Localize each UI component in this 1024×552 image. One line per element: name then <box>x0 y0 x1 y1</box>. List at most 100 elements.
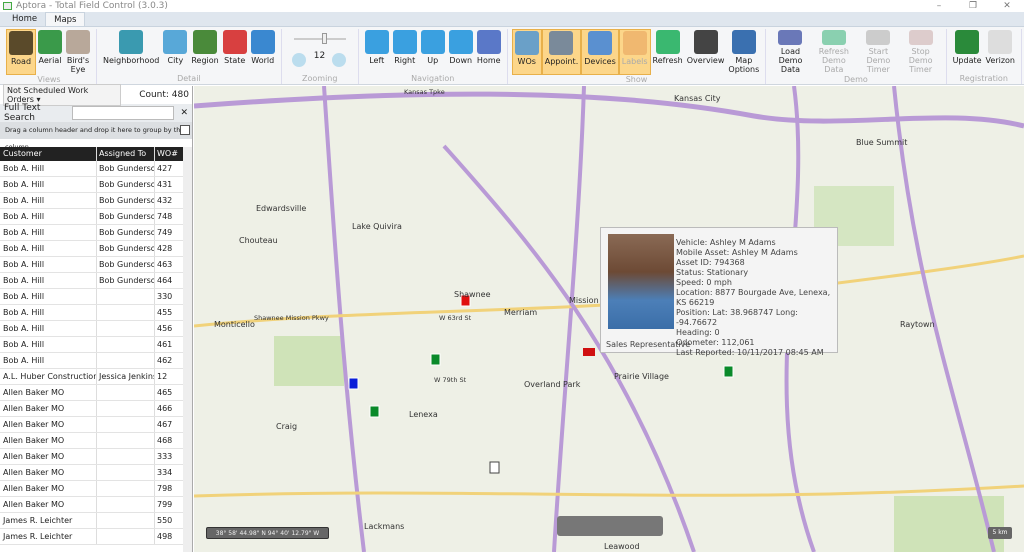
region-button[interactable]: Region <box>189 29 220 74</box>
close-button[interactable]: ✕ <box>990 0 1024 12</box>
down-icon <box>448 30 473 54</box>
tab-maps[interactable]: Maps <box>45 12 86 26</box>
table-row[interactable]: James R. Leichter 498 <box>0 529 183 545</box>
group-by-area[interactable]: Drag a column header and drop it here to… <box>0 122 192 151</box>
refresh-button[interactable]: Refresh <box>651 29 685 75</box>
place-label: Blue Summit <box>856 138 908 147</box>
wos-button[interactable]: WOs <box>511 29 542 75</box>
button-label: Refresh <box>652 56 683 65</box>
cell: Bob A. Hill <box>0 321 97 336</box>
button-label: Refresh Demo Data <box>818 47 849 74</box>
column-header-wo[interactable]: WO# <box>155 147 183 161</box>
cell <box>97 449 155 464</box>
table-row[interactable]: Bob A. Hill Bob Gunderson 432 <box>0 193 183 209</box>
table-row[interactable]: Allen Baker MO 798 <box>0 481 183 497</box>
tab-home[interactable]: Home <box>4 12 45 26</box>
table-row[interactable]: Bob A. Hill Bob Gunderson 427 <box>0 161 183 177</box>
zoom-slider[interactable] <box>293 33 346 44</box>
restore-button[interactable]: ❐ <box>956 0 990 12</box>
table-row[interactable]: Allen Baker MO 466 <box>0 401 183 417</box>
cell: Allen Baker MO <box>0 449 97 464</box>
stop-demo-timer-icon <box>908 30 933 45</box>
neighborhood-button[interactable]: Neighborhood <box>101 29 161 74</box>
table-row[interactable]: Bob A. Hill 330 <box>0 289 183 305</box>
road-button[interactable]: Road <box>6 29 36 75</box>
labels-button[interactable]: Labels <box>618 29 651 75</box>
appoint--button[interactable]: Appoint. <box>541 29 582 75</box>
cell: 461 <box>157 340 173 349</box>
table-row[interactable]: Bob A. Hill Bob Gunderson 431 <box>0 177 183 193</box>
button-label: World <box>251 56 275 65</box>
vehicle-marker[interactable] <box>583 348 595 356</box>
work-order-marker[interactable] <box>369 405 380 418</box>
vertical-scrollbar[interactable] <box>183 147 192 552</box>
cell: Bob A. Hill <box>0 257 97 272</box>
work-order-grid: Customer Assigned To WO# Bob A. Hill Bob Gu… <box>0 147 183 545</box>
up-button[interactable]: Up <box>419 29 447 74</box>
table-row[interactable]: Bob A. Hill 455 <box>0 305 183 321</box>
overview-button[interactable]: Overview <box>685 29 727 75</box>
city-button[interactable]: City <box>161 29 189 74</box>
table-row[interactable]: Allen Baker MO 467 <box>0 417 183 433</box>
cell: James R. Leichter <box>0 513 97 528</box>
work-order-marker[interactable] <box>430 353 441 366</box>
place-label: Leawood <box>604 542 640 551</box>
table-row[interactable]: Bob A. Hill 461 <box>0 337 183 353</box>
start-demo-timer-button[interactable]: Start Demo Timer <box>857 29 900 75</box>
table-row[interactable]: Allen Baker MO 468 <box>0 433 183 449</box>
search-input[interactable] <box>72 106 175 120</box>
table-row[interactable]: Bob A. Hill 456 <box>0 321 183 337</box>
left-button[interactable]: Left <box>363 29 391 74</box>
table-row[interactable]: A.L. Huber Construction IncJessica Jenki… <box>0 369 183 385</box>
popup-line: Asset ID: 794368 <box>676 258 745 267</box>
aerial-button[interactable]: Aerial <box>36 29 64 75</box>
group-label: Registration <box>959 74 1008 83</box>
state-button[interactable]: State <box>221 29 249 74</box>
update-button[interactable]: Update <box>951 29 984 74</box>
table-row[interactable]: James R. Leichter 550 <box>0 513 183 529</box>
device-marker[interactable] <box>348 377 359 390</box>
map-options-button[interactable]: Map Options <box>726 29 761 75</box>
table-row[interactable]: Bob A. Hill Bob Gunderson 748 <box>0 209 183 225</box>
table-row[interactable]: Allen Baker MO 799 <box>0 497 183 513</box>
wos-icon <box>514 31 539 55</box>
load-demo-data-button[interactable]: Load Demo Data <box>770 29 810 75</box>
devices-button[interactable]: Devices <box>581 29 619 75</box>
refresh-demo-data-button[interactable]: Refresh Demo Data <box>811 29 857 75</box>
table-row[interactable]: Allen Baker MO 334 <box>0 465 183 481</box>
button-label: Map Options <box>728 56 760 74</box>
zoom-out-icon[interactable] <box>291 53 306 67</box>
stop-demo-timer-button[interactable]: Stop Demo Timer <box>900 29 942 75</box>
clear-search-icon[interactable]: ✕ <box>180 108 188 118</box>
cell: Bob Gunderson <box>97 241 155 256</box>
cell: Allen Baker MO <box>0 465 97 480</box>
minimize-button[interactable]: – <box>922 0 956 12</box>
cell: 550 <box>157 516 173 525</box>
group-label: Detail <box>177 74 201 83</box>
place-label: Kansas City <box>674 94 721 103</box>
work-order-marker[interactable] <box>723 365 734 378</box>
table-row[interactable]: Bob A. Hill Bob Gunderson 428 <box>0 241 183 257</box>
table-row[interactable]: Allen Baker MO 333 <box>0 449 183 465</box>
home-button[interactable]: Home <box>475 29 503 74</box>
bird-s-eye-button[interactable]: Bird's Eye <box>64 29 92 75</box>
table-row[interactable]: Bob A. Hill Bob Gunderson 464 <box>0 273 183 289</box>
zoom-in-icon[interactable] <box>331 53 346 67</box>
cell: 467 <box>157 420 173 429</box>
menu-icon[interactable] <box>180 125 190 135</box>
verizon-button[interactable]: Verizon <box>984 29 1017 74</box>
world-button[interactable]: World <box>249 29 277 74</box>
table-row[interactable]: Bob A. Hill Bob Gunderson 463 <box>0 257 183 273</box>
cell: Bob A. Hill <box>0 177 97 192</box>
map-navigation-control[interactable] <box>557 516 663 536</box>
work-order-marker[interactable] <box>489 461 500 474</box>
table-row[interactable]: Bob A. Hill Bob Gunderson 749 <box>0 225 183 241</box>
table-row[interactable]: Allen Baker MO 465 <box>0 385 183 401</box>
table-row[interactable]: Bob A. Hill 462 <box>0 353 183 369</box>
column-header-customer[interactable]: Customer <box>0 147 97 161</box>
cell: Allen Baker MO <box>0 481 97 496</box>
down-button[interactable]: Down <box>447 29 475 74</box>
ribbon-tabs: Home Maps <box>0 12 1024 27</box>
right-button[interactable]: Right <box>391 29 419 74</box>
column-header-assigned-to[interactable]: Assigned To <box>97 147 155 161</box>
